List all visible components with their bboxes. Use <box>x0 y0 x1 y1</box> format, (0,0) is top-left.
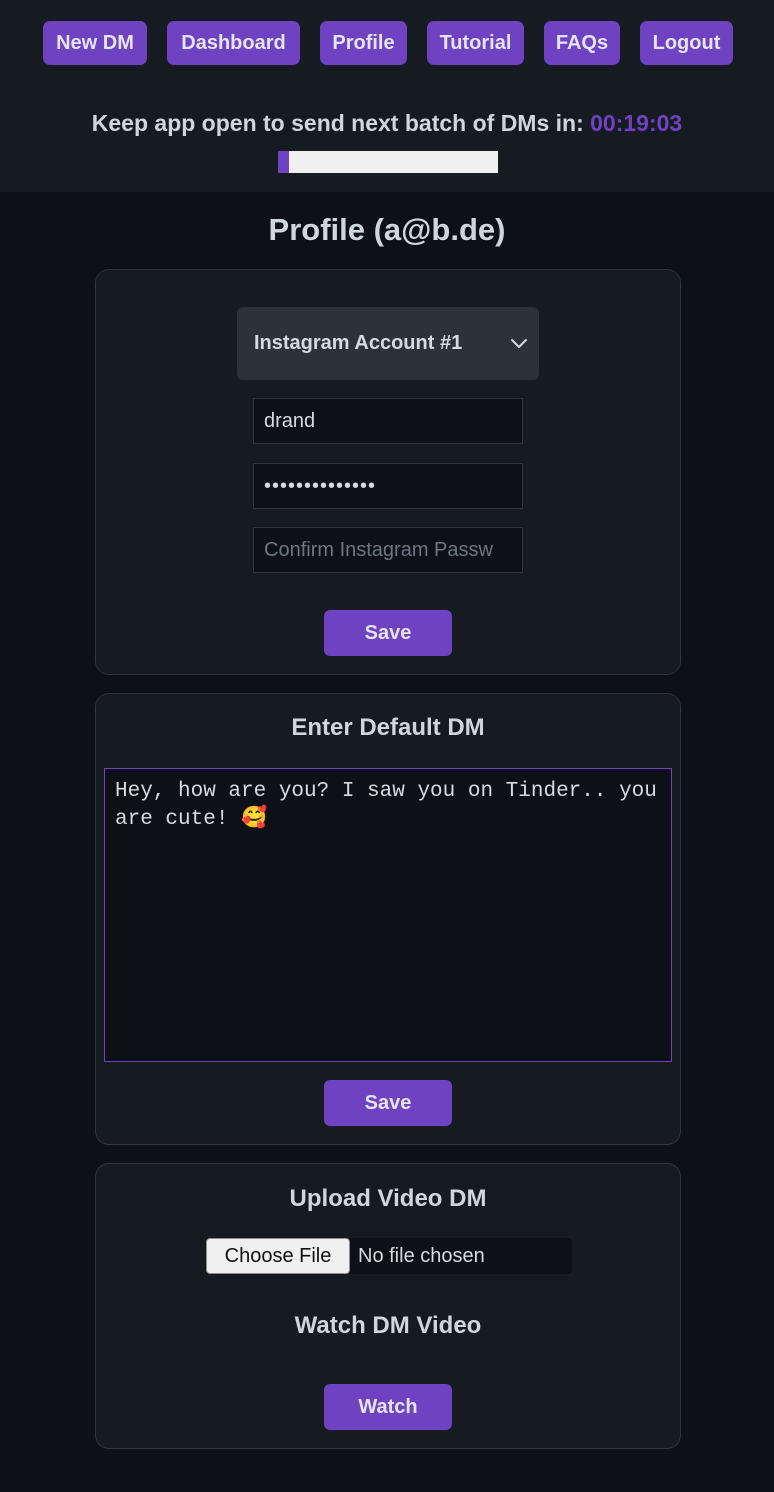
nav-new-dm-button[interactable]: New DM <box>43 21 147 65</box>
top-header: New DM Dashboard Profile Tutorial FAQs L… <box>0 0 774 192</box>
choose-file-button[interactable]: Choose File <box>206 1238 350 1274</box>
page-title: Profile (a@b.de) <box>268 212 506 247</box>
default-dm-save-button[interactable]: Save <box>324 1080 452 1126</box>
upload-video-title: Upload Video DM <box>289 1185 487 1212</box>
file-status-text: No file chosen <box>358 1245 485 1267</box>
main-nav: New DM Dashboard Profile Tutorial FAQs L… <box>0 21 774 65</box>
account-select-value: Instagram Account #1 <box>254 332 463 354</box>
default-dm-card: Enter Default DM Hey, how are you? I saw… <box>95 693 681 1145</box>
nav-logout-button[interactable]: Logout <box>640 21 733 65</box>
video-dm-card: Upload Video DM Choose File No file chos… <box>95 1163 681 1449</box>
nav-faqs-button[interactable]: FAQs <box>544 21 620 65</box>
default-dm-textarea[interactable]: Hey, how are you? I saw you on Tinder.. … <box>104 768 672 1062</box>
account-select[interactable]: Instagram Account #1 <box>237 307 539 380</box>
instagram-confirm-password-input[interactable] <box>253 527 523 573</box>
chevron-down-icon <box>511 339 527 348</box>
batch-timer-countdown: 00:19:03 <box>590 110 683 136</box>
default-dm-title: Enter Default DM <box>291 714 485 741</box>
watch-video-title: Watch DM Video <box>294 1312 482 1339</box>
batch-progress-bar <box>278 151 498 173</box>
batch-timer-label: Keep app open to send next batch of DMs … <box>91 110 584 136</box>
instagram-username-input[interactable] <box>253 398 523 444</box>
video-file-picker: Choose File No file chosen <box>206 1238 572 1274</box>
watch-video-button[interactable]: Watch <box>324 1384 452 1430</box>
batch-timer: Keep app open to send next batch of DMs … <box>0 110 774 137</box>
account-card: Instagram Account #1 Save <box>95 269 681 675</box>
batch-progress-fill <box>278 151 289 173</box>
nav-tutorial-button[interactable]: Tutorial <box>427 21 524 65</box>
nav-dashboard-button[interactable]: Dashboard <box>167 21 300 65</box>
instagram-password-input[interactable] <box>253 463 523 509</box>
nav-profile-button[interactable]: Profile <box>320 21 407 65</box>
account-save-button[interactable]: Save <box>324 610 452 656</box>
